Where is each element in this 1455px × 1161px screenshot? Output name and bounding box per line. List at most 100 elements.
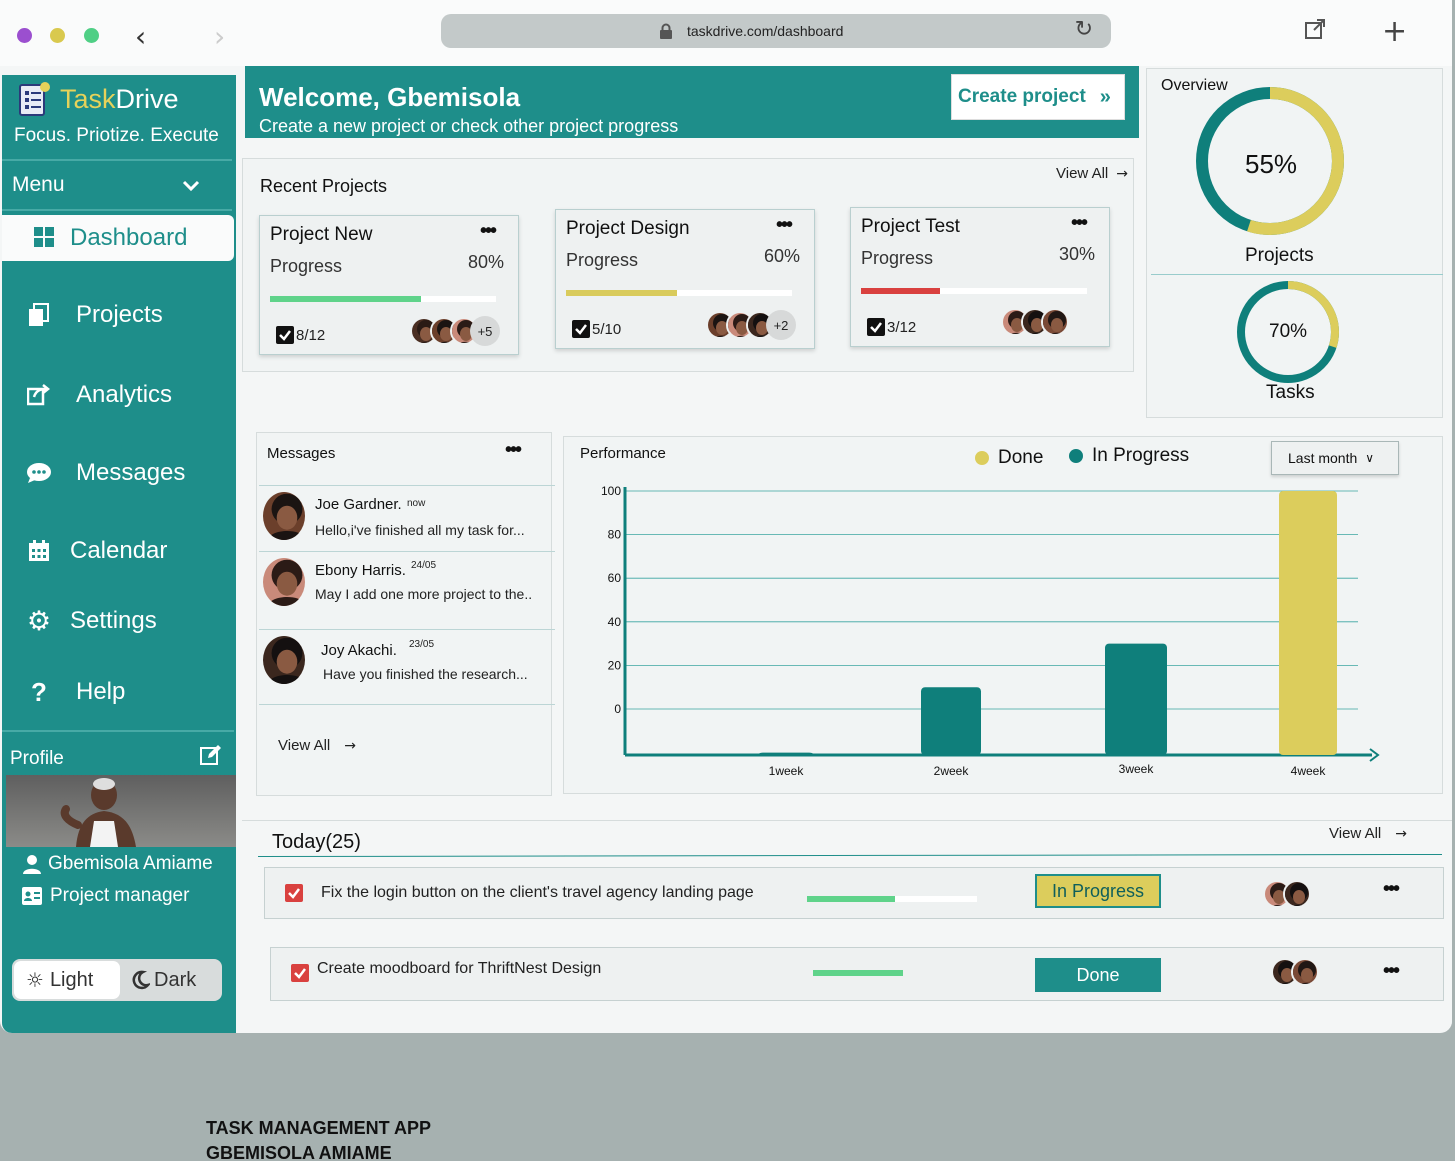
more-options-icon[interactable]: •••	[1383, 960, 1400, 983]
message-time: 23/05	[409, 639, 435, 650]
message-item[interactable]: Ebony Harris. 24/05 May I add one more pro…	[259, 551, 555, 617]
y-tick-label: 100	[601, 484, 621, 498]
task-checkbox[interactable]	[291, 964, 309, 982]
task-count: 8/12	[276, 326, 325, 344]
period-dropdown[interactable]: Last month ∨	[1271, 441, 1399, 475]
period-value: Last month	[1288, 450, 1358, 466]
more-options-icon[interactable]: •••	[1071, 212, 1088, 235]
gear-icon: ⚙	[26, 605, 52, 637]
sun-icon: ☼	[26, 968, 44, 992]
double-chevron-right-icon: »	[1099, 85, 1111, 108]
help-icon: ?	[31, 676, 47, 707]
progress-label: Progress	[861, 248, 934, 268]
progress-bar-fill	[807, 896, 896, 902]
messages-menu-icon[interactable]: •••	[505, 439, 522, 462]
performance-panel: 0 20 40 60 80 100 1week 2week 3week 4week Perform…	[563, 436, 1443, 794]
id-card-icon	[22, 887, 42, 905]
url-text: taskdrive.com/dashboard	[687, 23, 844, 39]
edit-icon[interactable]	[200, 744, 222, 766]
credit: TASK MANAGEMENT APP GBEMISOLA AMIAME	[206, 1116, 431, 1161]
bar-4week	[1279, 491, 1337, 755]
close-window-dot[interactable]	[17, 28, 32, 43]
x-tick-label: 1week	[769, 764, 805, 778]
legend-done-label: Done	[998, 447, 1044, 468]
avatar	[1041, 308, 1069, 336]
profile-role: Project manager	[22, 885, 189, 907]
y-tick-label: 40	[608, 615, 622, 629]
progress-bar	[861, 288, 1087, 294]
sidebar-item-analytics[interactable]: Analytics	[26, 377, 172, 413]
sidebar-item-calendar[interactable]: Calendar	[26, 533, 167, 569]
arrow-right-icon: →	[344, 737, 356, 754]
project-card[interactable]: Project Design ••• Progress 60% 5/10 +2	[555, 209, 815, 349]
theme-toggle: ☼ Light Dark	[12, 959, 222, 1001]
sidebar-item-label: Settings	[70, 607, 157, 634]
more-options-icon[interactable]: •••	[776, 214, 793, 237]
more-members-badge: +2	[766, 310, 796, 340]
sidebar-item-label: Dashboard	[70, 224, 188, 251]
view-all-messages-link[interactable]: View All →	[278, 737, 356, 754]
browser-toolbar: ‹ › taskdrive.com/dashboard ↻ +	[0, 0, 1452, 66]
task-row[interactable]: Fix the login button on the client's tra…	[264, 867, 1444, 919]
chevron-down-icon: ∨	[1365, 451, 1375, 465]
project-name: Project New	[270, 224, 373, 245]
view-all-label: View All	[1056, 165, 1109, 182]
tasks-percent: 70%	[1269, 321, 1308, 342]
forward-arrow-icon[interactable]: ›	[214, 20, 225, 53]
welcome-title: Welcome, Gbemisola	[259, 82, 521, 112]
light-theme-label: Light	[49, 968, 94, 991]
avatar	[1283, 880, 1311, 908]
sidebar-item-projects[interactable]: Projects	[26, 297, 163, 333]
brand[interactable]: TaskDrive	[14, 79, 179, 119]
task-row[interactable]: Create moodboard for ThriftNest Design Do…	[270, 947, 1444, 1001]
bar-2week	[921, 687, 981, 755]
task-checkbox[interactable]	[285, 884, 303, 902]
sender-name: Joe Gardner.	[315, 496, 402, 513]
today-panel: Today(25) View All → Fix the login button…	[242, 820, 1452, 1032]
maximize-window-dot[interactable]	[84, 28, 99, 43]
status-badge[interactable]: Done	[1035, 958, 1161, 992]
member-avatars: +5	[410, 316, 500, 346]
tasks-caption: Tasks	[1266, 382, 1315, 403]
legend-done: Done	[975, 447, 1043, 469]
address-bar[interactable]: taskdrive.com/dashboard ↻	[441, 14, 1111, 48]
progress-bar-fill	[270, 296, 422, 302]
sidebar-item-settings[interactable]: ⚙ Settings	[26, 603, 157, 639]
legend-in-progress: In Progress	[1069, 445, 1189, 467]
member-avatars	[1001, 308, 1069, 336]
more-members-badge: +5	[470, 316, 500, 346]
create-project-button[interactable]: Create project »	[951, 74, 1125, 120]
calendar-icon	[26, 538, 52, 564]
view-all-tasks-link[interactable]: View All →	[1329, 825, 1407, 842]
share-icon	[26, 382, 52, 408]
member-avatars: +2	[706, 310, 796, 340]
sidebar-item-dashboard[interactable]: Dashboard	[2, 215, 234, 261]
progress-bar	[807, 896, 977, 902]
open-external-icon[interactable]	[1304, 18, 1326, 40]
more-options-icon[interactable]: •••	[480, 220, 497, 243]
sidebar-item-label: Calendar	[70, 537, 168, 564]
project-card[interactable]: Project New ••• Progress 80% 8/12 +5	[259, 215, 519, 355]
minimize-window-dot[interactable]	[50, 28, 65, 43]
message-item[interactable]: Joy Akachi. 23/05 Have you finished the re…	[259, 629, 555, 705]
tagline: Focus. Priotize. Execute	[14, 125, 219, 146]
view-all-projects-link[interactable]: View All →	[1056, 165, 1128, 182]
more-options-icon[interactable]: •••	[1383, 878, 1400, 901]
reload-icon[interactable]: ↻	[1075, 17, 1093, 42]
dark-theme-button[interactable]: Dark	[130, 961, 196, 999]
project-card[interactable]: Project Test ••• Progress 30% 3/12	[850, 207, 1110, 347]
light-theme-button[interactable]: ☼ Light	[14, 961, 120, 999]
new-tab-icon[interactable]: +	[1382, 14, 1407, 49]
files-icon	[26, 302, 52, 328]
sidebar-item-messages[interactable]: Messages	[26, 455, 185, 491]
projects-caption: Projects	[1245, 245, 1314, 266]
message-item[interactable]: Joe Gardner. now Hello,i've finished all m…	[259, 485, 555, 551]
sidebar-item-help[interactable]: ? Help	[26, 674, 125, 710]
back-arrow-icon[interactable]: ‹	[135, 20, 146, 53]
status-badge[interactable]: In Progress	[1035, 874, 1161, 908]
menu-toggle[interactable]: Menu	[2, 159, 232, 211]
legend-in-progress-swatch	[1069, 449, 1083, 463]
logo-icon	[19, 82, 50, 116]
bar-3week	[1105, 643, 1167, 755]
message-time: 24/05	[411, 560, 437, 571]
